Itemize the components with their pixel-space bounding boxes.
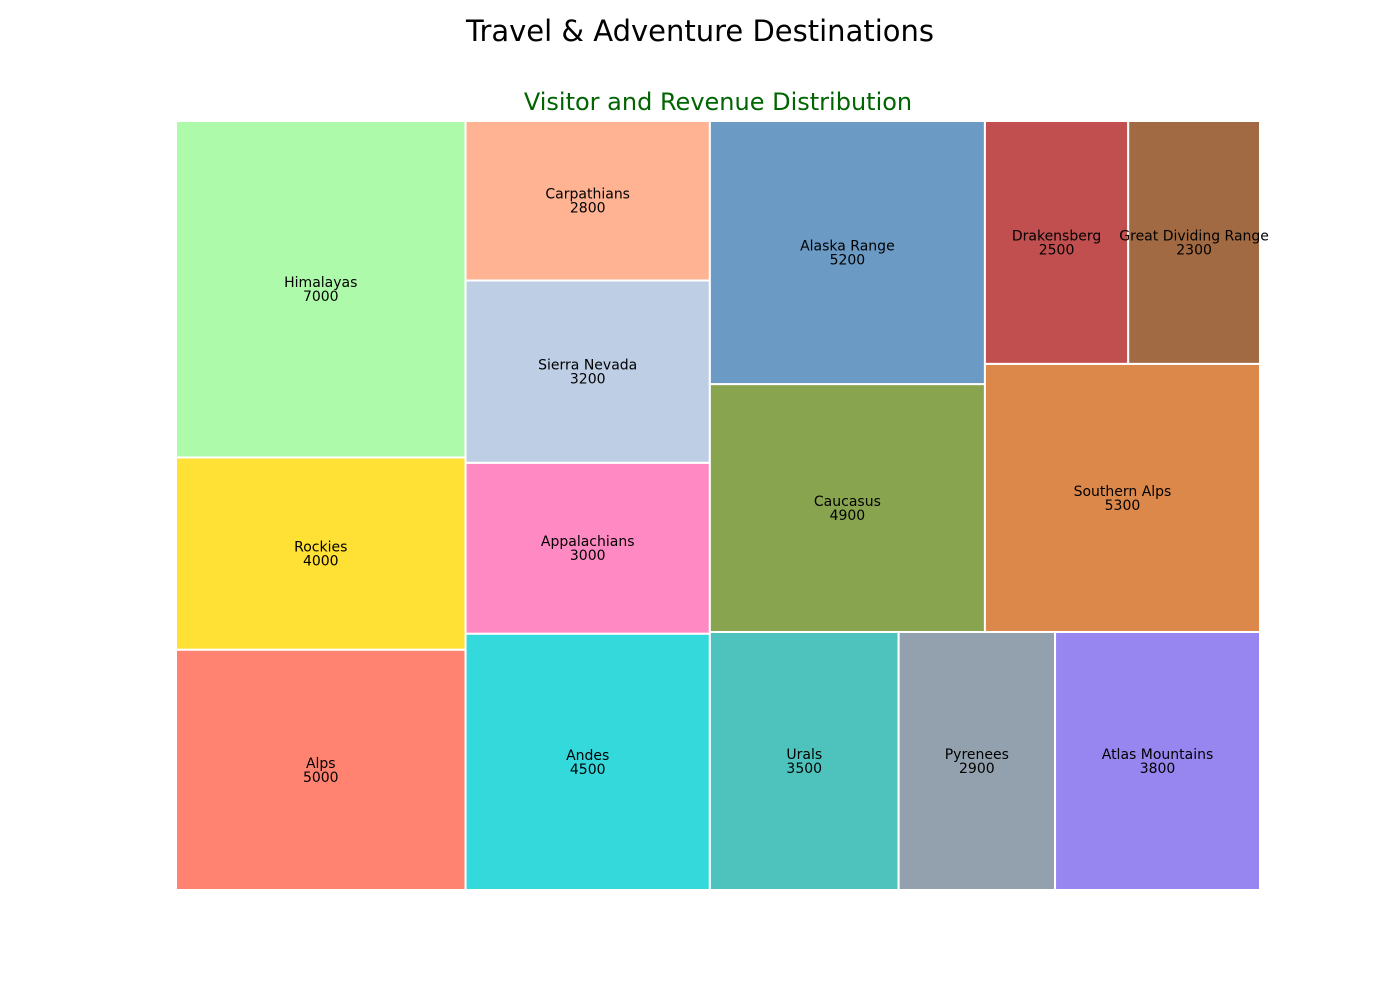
tile-value: 4000 xyxy=(303,554,339,570)
tile-value: 2500 xyxy=(1039,242,1075,258)
tile-value: 5000 xyxy=(303,770,339,786)
tile-carpathians: Carpathians2800 xyxy=(464,120,711,282)
tile-alps: Alps5000 xyxy=(175,648,467,891)
tile-value: 2900 xyxy=(959,761,995,777)
tile-himalayas: Himalayas7000 xyxy=(175,120,467,459)
tile-value: 4900 xyxy=(830,508,866,524)
tile-value: 2300 xyxy=(1176,242,1212,258)
tile-value: 5300 xyxy=(1105,498,1141,514)
tile-value: 3000 xyxy=(570,548,606,564)
tile-urals: Urals3500 xyxy=(708,630,900,892)
tile-andes: Andes4500 xyxy=(464,632,711,892)
tile-alaska-range: Alaska Range5200 xyxy=(708,120,986,386)
tile-value: 5200 xyxy=(830,253,866,269)
tile-value: 3800 xyxy=(1140,761,1176,777)
tile-appalachians: Appalachians3000 xyxy=(464,461,711,635)
tile-value: 3200 xyxy=(570,372,606,388)
tile-pyrenees: Pyrenees2900 xyxy=(897,630,1057,892)
tile-sierra-nevada: Sierra Nevada3200 xyxy=(464,279,711,464)
tile-rockies: Rockies4000 xyxy=(175,456,467,651)
tile-drakensberg: Drakensberg2500 xyxy=(983,120,1130,365)
tile-value: 7000 xyxy=(303,289,339,305)
tile-value: 3500 xyxy=(786,761,822,777)
treemap-chart: Alps5000Rockies4000Himalayas7000 Andes450… xyxy=(175,120,1269,892)
tile-value: 4500 xyxy=(570,762,606,778)
tile-atlas-mountains: Atlas Mountains3800 xyxy=(1054,630,1261,892)
tile-value: 2800 xyxy=(570,201,606,217)
tile-caucasus: Caucasus4900 xyxy=(708,383,986,633)
tile-southern-alps: Southern Alps5300 xyxy=(983,362,1261,633)
tile-great-dividing-range: Great Dividing Range2300 xyxy=(1119,120,1269,365)
